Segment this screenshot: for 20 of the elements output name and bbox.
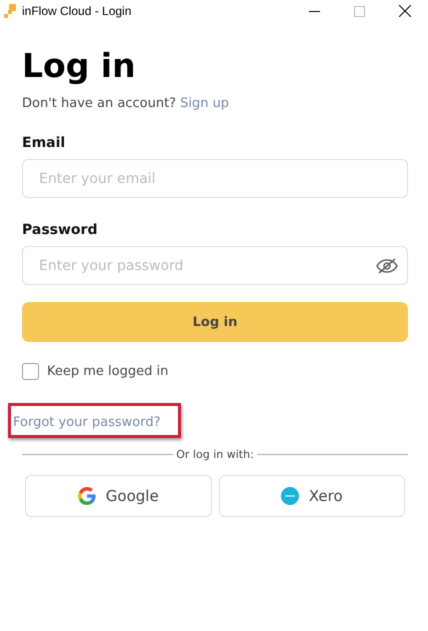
signup-link[interactable]: Sign up	[180, 96, 230, 111]
google-login-button[interactable]: Google	[25, 475, 212, 517]
field-label: Email	[22, 135, 66, 151]
app-logo-icon	[3, 4, 17, 18]
close-icon[interactable]	[399, 5, 411, 17]
xero-login-button[interactable]: Xero	[218, 475, 405, 517]
google-icon	[78, 487, 96, 505]
eye-hidden-icon[interactable]	[376, 258, 398, 274]
field-label: Password	[22, 222, 98, 238]
checkbox[interactable]	[22, 363, 39, 380]
checkbox-label: Keep me logged in	[47, 364, 168, 379]
login-button[interactable]: Log in	[22, 302, 408, 342]
xero-icon	[280, 487, 299, 505]
window-title: inFlow Cloud - Login	[22, 4, 132, 18]
password-field[interactable]: Enter your password	[22, 246, 408, 285]
forgot-password-link[interactable]: Forgot your password?	[13, 415, 161, 430]
divider-text: Or log in with:	[176, 448, 254, 461]
email-field[interactable]: Enter your email	[22, 159, 408, 198]
signup-prompt: Don't have an account?	[22, 96, 176, 111]
page-heading: Log in	[22, 46, 137, 86]
